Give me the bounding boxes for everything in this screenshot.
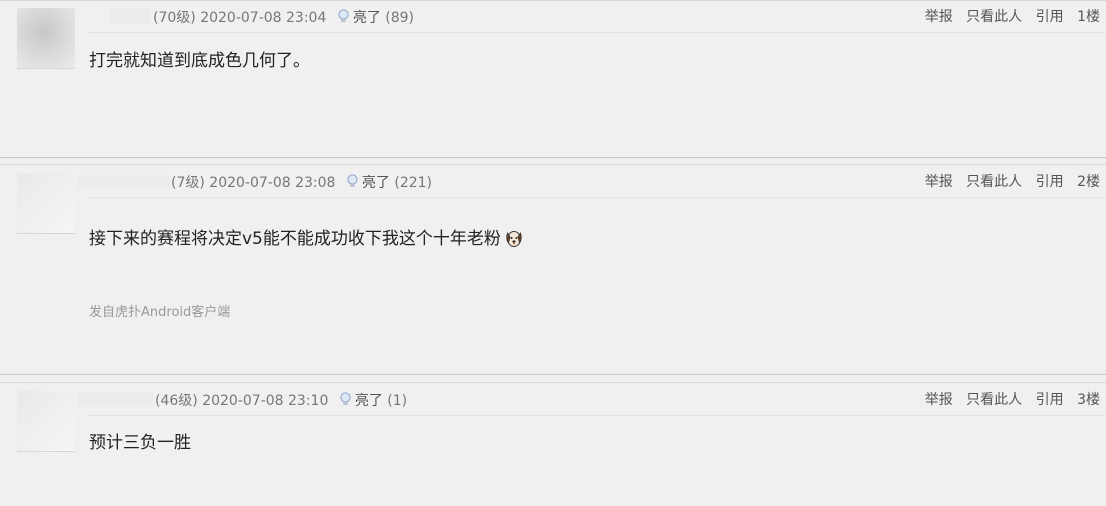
user-level: (46级) xyxy=(155,393,198,409)
light-count: (1) xyxy=(387,393,408,409)
light-button[interactable]: 亮了 xyxy=(355,393,383,409)
post-divider xyxy=(0,157,1106,158)
post-time: 2020-07-08 23:08 xyxy=(209,175,336,191)
report-link[interactable]: 举报 xyxy=(925,392,953,408)
meta-divider xyxy=(88,415,1106,416)
post-time: 2020-07-08 23:04 xyxy=(200,10,327,26)
post-divider xyxy=(0,0,1106,1)
post-meta: (70级) 2020-07-08 23:04 亮了 (89) xyxy=(153,9,414,26)
floor-number: 2楼 xyxy=(1077,174,1100,190)
username-blurred[interactable] xyxy=(110,9,150,23)
light-count: (221) xyxy=(394,175,433,191)
report-link[interactable]: 举报 xyxy=(925,174,953,190)
username-blurred[interactable] xyxy=(78,392,153,406)
light-button[interactable]: 亮了 xyxy=(353,10,381,26)
post-divider xyxy=(0,374,1106,375)
client-source: 发自虎扑Android客户端 xyxy=(89,305,231,320)
post-content: 预计三负一胜 xyxy=(89,433,191,453)
post-meta: (46级) 2020-07-08 23:10 亮了 (1) xyxy=(155,392,407,409)
light-button[interactable]: 亮了 xyxy=(362,175,390,191)
post-time: 2020-07-08 23:10 xyxy=(202,393,329,409)
quote-link[interactable]: 引用 xyxy=(1036,392,1064,408)
floor-number: 3楼 xyxy=(1077,392,1100,408)
post-text: 接下来的赛程将决定v5能不能成功收下我这个十年老粉 xyxy=(89,229,501,249)
post-divider xyxy=(0,164,1106,165)
user-level: (7级) xyxy=(171,175,205,191)
post-actions: 举报 只看此人 引用 2楼 xyxy=(916,174,1100,190)
only-author-link[interactable]: 只看此人 xyxy=(966,174,1022,190)
avatar[interactable] xyxy=(17,8,75,68)
lightbulb-icon[interactable] xyxy=(346,174,359,189)
only-author-link[interactable]: 只看此人 xyxy=(966,9,1022,25)
user-level: (70级) xyxy=(153,10,196,26)
quote-link[interactable]: 引用 xyxy=(1036,174,1064,190)
floor-number: 1楼 xyxy=(1077,9,1100,25)
avatar[interactable] xyxy=(17,391,75,451)
quote-link[interactable]: 引用 xyxy=(1036,9,1064,25)
meta-divider xyxy=(88,32,1106,33)
post-divider xyxy=(0,382,1106,383)
post-meta: (7级) 2020-07-08 23:08 亮了 (221) xyxy=(171,174,432,191)
lightbulb-icon[interactable] xyxy=(339,392,352,407)
post-actions: 举报 只看此人 引用 1楼 xyxy=(916,9,1100,25)
avatar[interactable] xyxy=(17,173,75,233)
lightbulb-icon[interactable] xyxy=(337,9,350,24)
only-author-link[interactable]: 只看此人 xyxy=(966,392,1022,408)
post-content: 接下来的赛程将决定v5能不能成功收下我这个十年老粉 xyxy=(89,228,524,250)
username-blurred[interactable] xyxy=(78,175,170,189)
post-content: 打完就知道到底成色几何了。 xyxy=(89,51,310,71)
meta-divider xyxy=(88,197,1106,198)
light-count: (89) xyxy=(385,10,415,26)
dog-emoji-icon xyxy=(506,231,522,247)
post-actions: 举报 只看此人 引用 3楼 xyxy=(916,392,1100,408)
report-link[interactable]: 举报 xyxy=(925,9,953,25)
